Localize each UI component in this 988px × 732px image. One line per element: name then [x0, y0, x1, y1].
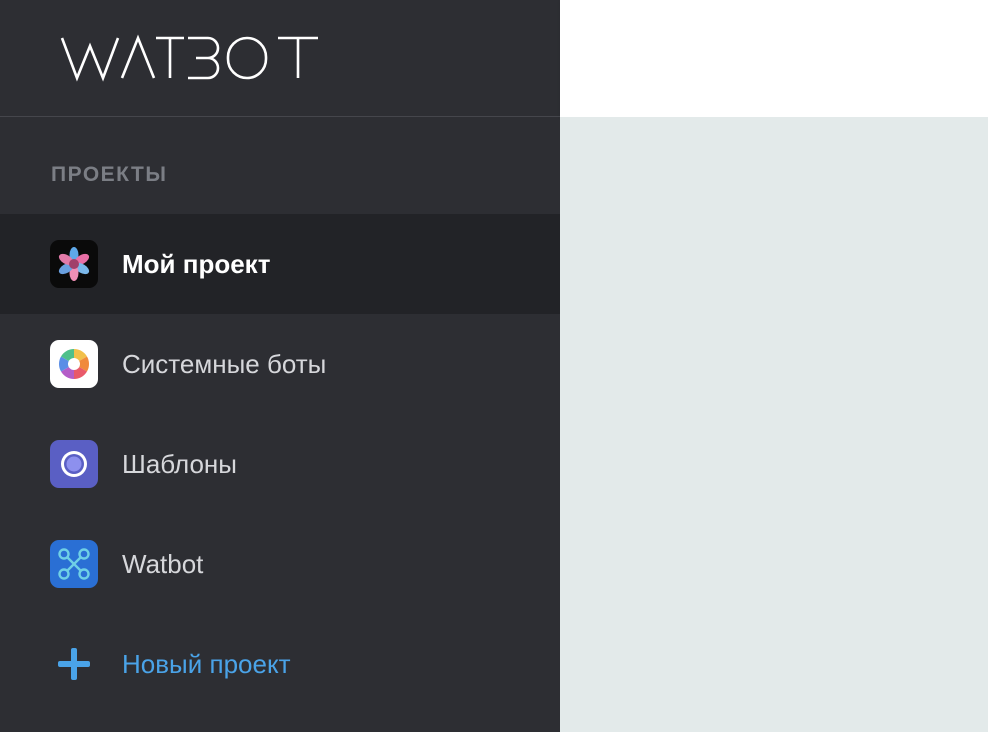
- project-item-my-project[interactable]: Мой проект: [0, 214, 560, 314]
- project-item-label: Мой проект: [122, 249, 271, 279]
- circle-target-icon: [50, 440, 98, 488]
- flower-icon: [50, 240, 98, 288]
- project-item-system-bots[interactable]: Системные боты: [0, 314, 560, 414]
- project-item-label: Системные боты: [122, 349, 327, 379]
- new-project-label: Новый проект: [122, 649, 291, 679]
- watbot-logo[interactable]: [60, 32, 320, 84]
- sidebar: ПРОЕКТЫ Мой проект Системные боты Шаблон…: [0, 0, 560, 732]
- main-content-area: [560, 117, 988, 732]
- network-nodes-icon: [50, 540, 98, 588]
- logo-bar: [0, 0, 560, 117]
- new-project-button[interactable]: Новый проект: [0, 614, 560, 714]
- project-item-label: Watbot: [122, 549, 204, 579]
- color-wheel-icon: [50, 340, 98, 388]
- section-title-projects: ПРОЕКТЫ: [51, 163, 168, 186]
- plus-icon: [58, 648, 90, 680]
- project-item-label: Шаблоны: [122, 449, 237, 479]
- project-item-templates[interactable]: Шаблоны: [0, 414, 560, 514]
- project-item-watbot[interactable]: Watbot: [0, 514, 560, 614]
- top-bar: [560, 0, 988, 117]
